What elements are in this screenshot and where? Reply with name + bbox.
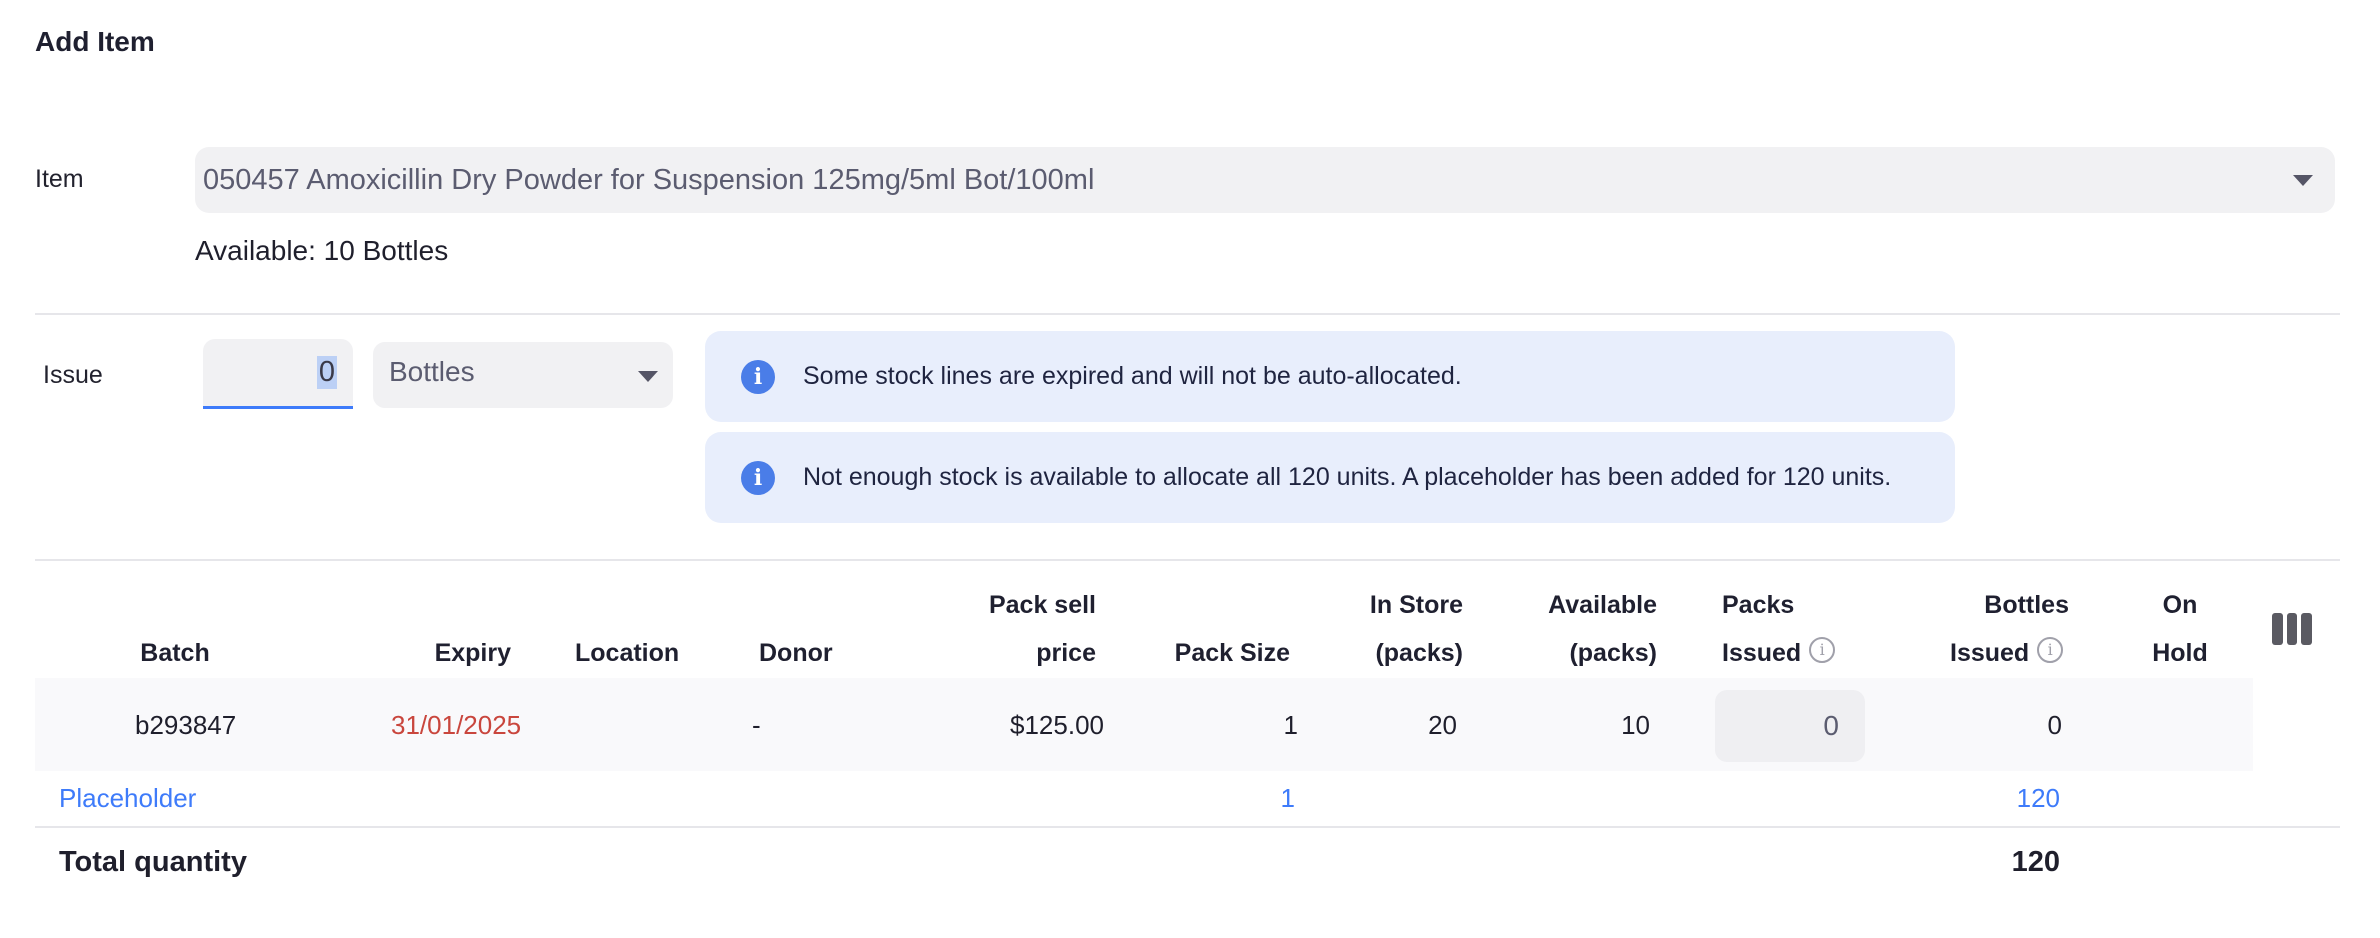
chevron-down-icon (638, 371, 658, 382)
info-icon[interactable]: i (2037, 637, 2064, 663)
packs-issued-input[interactable]: 0 (1715, 690, 1865, 762)
column-picker-icon[interactable] (2272, 613, 2313, 645)
divider (35, 826, 2340, 828)
chevron-down-icon (2293, 175, 2313, 186)
cell-batch: b293847 (135, 710, 237, 740)
header-line: price (1036, 639, 1096, 667)
header-line: Issued (1722, 639, 1802, 667)
table-row[interactable] (35, 678, 2253, 771)
item-select-value: 050457 Amoxicillin Dry Powder for Suspen… (203, 163, 1095, 196)
issue-quantity-input[interactable]: 0 (203, 339, 353, 409)
cell-pack-sell-price: $125.00 (1010, 710, 1104, 740)
column-header-expiry[interactable]: Expiry (400, 629, 511, 677)
available-stock-text: Available: 10 Bottles (195, 235, 449, 266)
placeholder-pack-size: 1 (1280, 783, 1295, 813)
header-line: Bottles (1984, 591, 2069, 619)
header-line: (packs) (1569, 639, 1657, 667)
info-icon: i (741, 460, 775, 495)
info-icon[interactable]: i (1809, 637, 1836, 663)
cell-pack-size: 1 (1283, 710, 1298, 740)
item-select[interactable]: 050457 Amoxicillin Dry Powder for Suspen… (195, 147, 2335, 213)
cell-units-issued: 0 (2047, 710, 2062, 740)
info-icon: i (741, 359, 775, 394)
header-line: (packs) (1375, 639, 1463, 667)
item-label: Item (35, 165, 84, 193)
cell-expiry: 31/01/2025 (391, 710, 522, 740)
column-header-pack-size[interactable]: Pack Size (1100, 629, 1290, 677)
divider (35, 313, 2340, 315)
alert-text: Some stock lines are expired and will no… (803, 362, 1462, 390)
total-quantity-label: Total quantity (59, 846, 247, 878)
cell-available: 10 (1621, 710, 1650, 740)
cell-donor: - (752, 710, 761, 740)
header-line: Packs (1722, 591, 1795, 619)
column-header-location[interactable]: Location (575, 629, 679, 677)
alert-text: Not enough stock is available to allocat… (803, 463, 1892, 491)
total-quantity-value: 120 (2011, 846, 2060, 878)
header-line: On (2162, 591, 2198, 619)
header-line: Available (1548, 591, 1657, 619)
unit-select-value: Bottles (389, 356, 475, 387)
cell-in-store: 20 (1428, 710, 1457, 740)
issue-quantity-value: 0 (316, 356, 337, 389)
dialog-title: Add Item (35, 26, 155, 57)
column-header-donor[interactable]: Donor (759, 629, 833, 677)
alert-placeholder: i Not enough stock is available to alloc… (705, 432, 1955, 523)
header-line: Issued (1950, 639, 2030, 667)
header-line: Pack sell (988, 591, 1096, 619)
alert-expired-stock: i Some stock lines are expired and will … (705, 331, 1955, 422)
issue-label: Issue (43, 361, 103, 389)
divider (35, 559, 2340, 561)
header-line: Hold (2152, 639, 2208, 667)
unit-select[interactable]: Bottles (373, 342, 673, 408)
header-line: In Store (1369, 591, 1463, 619)
placeholder-units-issued: 120 (2016, 783, 2060, 813)
placeholder-label[interactable]: Placeholder (59, 783, 196, 814)
column-header-batch[interactable]: Batch (100, 629, 250, 677)
